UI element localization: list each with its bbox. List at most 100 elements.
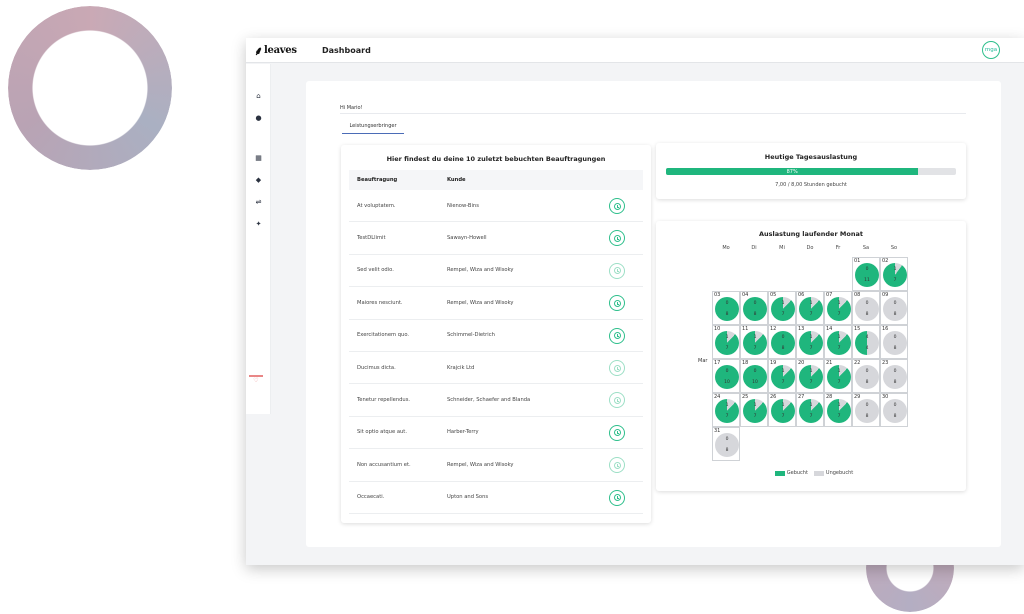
book-time-button[interactable]: [609, 295, 625, 312]
calendar-day[interactable]: 22 0 8: [852, 359, 880, 393]
calendar-day[interactable]: 15 4 4: [852, 325, 880, 359]
table-row: Tenetur repellendus. Schneider, Schaefer …: [349, 384, 643, 417]
assignment-name: Sed velit odio.: [357, 267, 394, 274]
calendar-day[interactable]: 11 1 7: [740, 325, 768, 359]
calendar-day[interactable]: 07 1 7: [824, 291, 852, 325]
weekday-label: Di: [751, 245, 757, 251]
calendar-day[interactable]: 19 1 7: [768, 359, 796, 393]
layers-icon[interactable]: ◆: [254, 176, 263, 185]
leaf-logo-icon: ⸙: [254, 43, 264, 58]
calendar-day[interactable]: 29 0 8: [852, 393, 880, 427]
calendar-day[interactable]: 05 1 7: [768, 291, 796, 325]
clock-icon: [613, 299, 621, 307]
day-load-pie: 0 10: [715, 365, 739, 389]
calendar-day[interactable]: 28 1 7: [824, 393, 852, 427]
calendar-day[interactable]: 27 1 7: [796, 393, 824, 427]
unbooked-hours: 0: [865, 267, 869, 272]
calendar-day[interactable]: 14 1 7: [824, 325, 852, 359]
daily-load-progress: 87%: [666, 168, 956, 175]
daily-load-card: Heutige Tagesauslastung 87% 7,00 / 8,00 …: [656, 143, 966, 199]
day-load-pie: 17: [799, 399, 823, 423]
home-icon[interactable]: ⌂: [254, 92, 263, 101]
book-time-button[interactable]: [609, 489, 625, 506]
tab-leistungserbringer[interactable]: Leistungserbringer: [342, 123, 404, 134]
calendar-day[interactable]: 20 1 7: [796, 359, 824, 393]
weekday-label: Sa: [862, 245, 870, 251]
day-number: 17: [714, 360, 721, 366]
unbooked-hours: 1: [781, 301, 785, 306]
legend-swatch-booked: [774, 470, 785, 476]
unbooked-hours: 0: [753, 369, 757, 374]
day-number: 20: [798, 360, 805, 366]
book-time-button[interactable]: [609, 230, 625, 247]
calendar-day[interactable]: 21 1 7: [824, 359, 852, 393]
assignment-name: Occaecati.: [357, 494, 385, 501]
customer-name: Krajcik Ltd: [447, 364, 475, 371]
calendar-day[interactable]: 06 1 7: [796, 291, 824, 325]
calendar-day[interactable]: 08 0 8: [852, 291, 880, 325]
calendar-day[interactable]: 18 0 10: [740, 359, 768, 393]
booked-hours: 7: [725, 346, 729, 351]
calendar-day[interactable]: 09 0 8: [880, 291, 908, 325]
unbooked-hours: 1: [781, 403, 785, 408]
app-window: ⸙ leaves Dashboard mga ⌂ ● ▦ ◆ ⇌ ✦ ♡ Hi …: [246, 38, 1024, 565]
day-load-pie: 17: [883, 263, 907, 287]
person-swap-icon[interactable]: ⇌: [254, 198, 263, 207]
pin-icon[interactable]: ✦: [254, 220, 263, 229]
booked-hours: 8: [893, 312, 897, 317]
day-load-pie: 08: [855, 365, 879, 389]
booked-hours: 7: [809, 312, 813, 317]
book-time-button[interactable]: [609, 457, 625, 474]
calendar-day[interactable]: 04 0 8: [740, 291, 768, 325]
unbooked-hours: 0: [893, 403, 897, 408]
user-avatar[interactable]: mga: [982, 41, 1000, 59]
calendar-day[interactable]: 12 0 8: [768, 325, 796, 359]
clock-icon[interactable]: ●: [254, 114, 263, 123]
customer-name: Harber-Terry: [447, 429, 479, 436]
calendar-day[interactable]: 26 1 7: [768, 393, 796, 427]
calendar-day[interactable]: 02 1 7: [880, 257, 908, 291]
calendar-day[interactable]: 24 1 7: [712, 393, 740, 427]
building-icon[interactable]: ▦: [254, 154, 263, 163]
calendar-day[interactable]: 25 1 7: [740, 393, 768, 427]
calendar-day[interactable]: 23 0 8: [880, 359, 908, 393]
book-time-button[interactable]: [609, 327, 625, 344]
book-time-button[interactable]: [609, 392, 625, 409]
weekday-label: So: [890, 245, 898, 251]
day-number: 22: [854, 360, 861, 366]
calendar-day[interactable]: 16 0 8: [880, 325, 908, 359]
table-row: Occaecati. Upton and Sons: [349, 482, 643, 514]
app-logo[interactable]: ⸙ leaves: [254, 42, 320, 59]
heart-icon[interactable]: ♡: [249, 375, 263, 385]
day-load-pie: 08: [855, 399, 879, 423]
calendar-day[interactable]: 31 0 8: [712, 427, 740, 461]
day-load-pie: 08: [883, 331, 907, 355]
calendar-day[interactable]: 03 0 8: [712, 291, 740, 325]
day-load-pie: 08: [883, 365, 907, 389]
unbooked-hours: 0: [725, 369, 729, 374]
calendar-day[interactable]: 17 0 10: [712, 359, 740, 393]
calendar-day[interactable]: 13 1 7: [796, 325, 824, 359]
day-number: 01: [854, 258, 861, 264]
day-number: 25: [742, 394, 749, 400]
booked-hours: 7: [809, 380, 813, 385]
day-number: 12: [770, 326, 777, 332]
book-time-button[interactable]: [609, 198, 625, 214]
weekday-label: Mi: [779, 245, 785, 251]
unbooked-hours: 0: [865, 301, 869, 306]
customer-name: Schimmel-Dietrich: [447, 332, 495, 339]
table-row: Sed velit odio. Rempel, Wiza and Wisoky: [349, 255, 643, 288]
calendar-day[interactable]: 30 0 8: [880, 393, 908, 427]
table-row: Sit optio atque aut. Harber-Terry: [349, 417, 643, 450]
day-number: 10: [714, 326, 721, 332]
unbooked-hours: 1: [809, 301, 813, 306]
book-time-button[interactable]: [609, 360, 625, 376]
customer-name: Rempel, Wiza and Wisoky: [447, 267, 514, 274]
calendar-day[interactable]: 01 0 11: [852, 257, 880, 291]
booked-hours: 7: [809, 346, 813, 351]
book-time-button[interactable]: [609, 424, 625, 441]
calendar-day[interactable]: 10 1 7: [712, 325, 740, 359]
day-number: 06: [798, 292, 805, 298]
book-time-button[interactable]: [609, 262, 625, 279]
day-number: 27: [798, 394, 805, 400]
